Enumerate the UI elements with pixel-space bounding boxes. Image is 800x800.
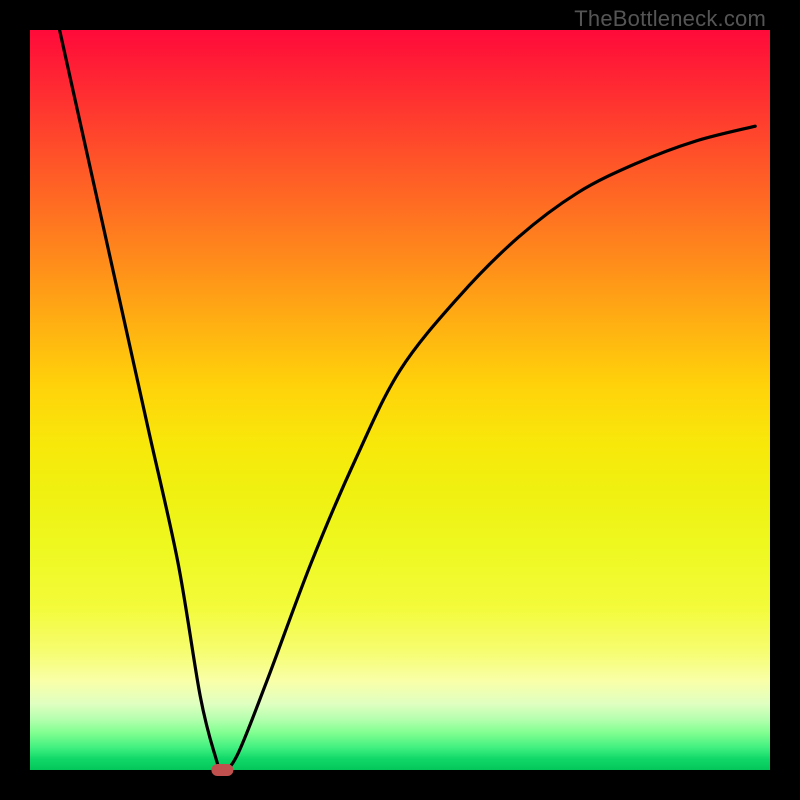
chart-frame xyxy=(30,30,770,770)
minimum-point-marker xyxy=(211,764,233,776)
chart-svg xyxy=(30,30,770,770)
watermark-text: TheBottleneck.com xyxy=(574,6,766,32)
bottleneck-curve-line xyxy=(60,30,756,770)
